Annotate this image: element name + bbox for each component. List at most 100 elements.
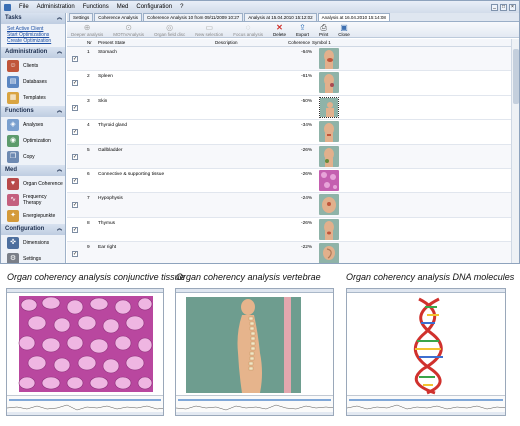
thyroid-thumbnail — [319, 121, 339, 143]
dimensions-icon: ✜ — [7, 237, 19, 249]
tab-coherence-analysis-10[interactable]: Coherence Analysis 10 from 09/11/2009 10… — [143, 13, 244, 21]
organ-field-button[interactable]: ◎ Organ field disc — [154, 23, 185, 37]
table-row[interactable]: ✓ 8 Thymus -26% — [67, 218, 511, 243]
table-row[interactable]: ✓ 6 Connective & supporting tissue -26% — [67, 169, 511, 194]
tab-coherence-analysis[interactable]: Coherence Analysis — [94, 13, 143, 21]
minimize-button[interactable]: _ — [491, 3, 498, 11]
menu-configuration[interactable]: Configuration — [132, 4, 176, 10]
row-checkbox[interactable]: ✓ — [72, 80, 78, 87]
menu-administration[interactable]: Administration — [33, 4, 79, 10]
print-button[interactable]: ⎙ Print — [319, 23, 328, 37]
screenshot-conjunctive-tissue — [6, 288, 164, 416]
scrollbar-thumb[interactable] — [513, 49, 519, 104]
row-checkbox[interactable]: ✓ — [72, 56, 78, 62]
col-symbol[interactable]: Symbol 1 — [312, 40, 331, 45]
col-description[interactable]: Description — [215, 40, 238, 45]
row-checkbox[interactable]: ✓ — [72, 129, 78, 136]
menu-file[interactable]: File — [15, 4, 33, 10]
collapse-icon: ︽ — [56, 49, 62, 55]
sidebar-item-settings[interactable]: ⚙ Settings — [1, 251, 65, 263]
optimization-icon: ◉ — [7, 135, 19, 147]
close-button[interactable]: ▣ Close — [338, 23, 350, 37]
row-checkbox[interactable]: ✓ — [72, 153, 78, 160]
export-icon: ⇪ — [299, 22, 306, 32]
tab-settings[interactable]: Settings — [69, 13, 94, 21]
functions-header[interactable]: Functions ︽ — [1, 106, 65, 117]
deeper-analysis-button[interactable]: ⊕ Deeper analysis — [71, 23, 103, 37]
analysis-table: ✓ 1 Stomach -64% ✓ 2 Spleen -61% ✓ 3 Ski… — [67, 47, 511, 263]
clients-icon: ☺ — [7, 60, 19, 72]
organ-field-icon: ◎ — [166, 22, 174, 32]
maximize-button[interactable]: □ — [500, 3, 507, 11]
tab-analysis-16-04[interactable]: Analysis at 16.04.2010 15:14:08 — [317, 13, 390, 21]
configuration-header[interactable]: Configuration ︽ — [1, 224, 65, 235]
analyses-icon: ◈ — [7, 119, 19, 131]
table-row[interactable]: ✓ 1 Stomach -64% — [67, 47, 511, 72]
focus-analysis-button[interactable]: ◌ Focus analysis — [233, 23, 263, 37]
delete-button[interactable]: ✕ Delete — [273, 23, 286, 37]
sidebar-item-templates[interactable]: ▦ Templates — [1, 90, 65, 106]
motiv-analysis-button[interactable]: ⊙ MOTIVAnalysis — [113, 23, 144, 37]
tab-analysis-15-04[interactable]: Analysis at 15.04.2010 15:12:02 — [244, 13, 317, 21]
collapse-icon: ︽ — [56, 167, 62, 173]
thymus-thumbnail — [319, 218, 339, 240]
sidebar: Tasks ︽ Set Active Client Start Optimizat… — [1, 13, 66, 263]
row-checkbox[interactable]: ✓ — [72, 104, 78, 111]
print-icon: ⎙ — [320, 22, 327, 32]
col-present-state[interactable]: Present State — [98, 40, 125, 45]
sidebar-item-analyses[interactable]: ◈ Analyses — [1, 117, 65, 133]
stomach-thumbnail — [319, 48, 339, 69]
deeper-analysis-icon: ⊕ — [83, 22, 91, 32]
sidebar-item-databases[interactable]: ▤ Databases — [1, 74, 65, 90]
close-window-button[interactable]: × — [509, 3, 516, 11]
caption-vertebrae: Organ coherency analysis vertebrae — [176, 272, 321, 282]
menu-help[interactable]: ? — [176, 4, 187, 10]
connective-tissue-thumbnail — [319, 169, 339, 191]
skin-thumbnail — [319, 96, 339, 118]
col-nr[interactable]: Nr — [87, 40, 92, 45]
menu-med[interactable]: Med — [113, 4, 133, 10]
table-row[interactable]: ✓ 4 Thyroid gland -34% — [67, 120, 511, 145]
table-row[interactable]: ✓ 2 Spleen -61% — [67, 71, 511, 96]
table-row[interactable]: ✓ 9 Ear right -22% — [67, 242, 511, 263]
table-row[interactable]: ✓ 5 Gallbladder -26% — [67, 144, 511, 169]
main-content: Settings Coherence Analysis Coherence An… — [67, 13, 519, 263]
sidebar-item-energiepunkte[interactable]: ✦ Energiepunkte — [1, 208, 65, 224]
administration-header[interactable]: Administration ︽ — [1, 47, 65, 58]
col-coherence[interactable]: Coherence — [288, 40, 310, 45]
tasks-header[interactable]: Tasks ︽ — [1, 13, 65, 24]
sidebar-item-frequency-therapy[interactable]: ∿ Frequency Therapy — [1, 192, 65, 208]
create-optimization-link[interactable]: Create Optimization — [1, 38, 65, 44]
caption-conjunctive-tissue: Organ coherency analysis conjunctive tis… — [7, 272, 185, 282]
signal-strip — [347, 395, 505, 415]
copy-icon: ❐ — [7, 151, 19, 163]
menu-functions[interactable]: Functions — [79, 4, 113, 10]
table-row[interactable]: ✓ 7 Hypophysis -24% — [67, 193, 511, 218]
hypophysis-thumbnail — [319, 194, 339, 216]
grid-header: Nr Present State Description Coherence S… — [67, 39, 519, 47]
new-selection-button[interactable]: ▭ New selection — [195, 23, 223, 37]
export-button[interactable]: ⇪ Export — [296, 23, 309, 37]
table-row[interactable]: ✓ 3 Skin -50% — [67, 95, 511, 121]
vertical-scrollbar[interactable] — [511, 39, 519, 263]
tab-bar: Settings Coherence Analysis Coherence An… — [67, 13, 519, 22]
sidebar-item-clients[interactable]: ☺ Clients — [1, 58, 65, 74]
caption-dna: Organ coherency analysis DNA molecules — [346, 272, 515, 282]
tissue-image — [18, 296, 153, 392]
sidebar-item-copy[interactable]: ❐ Copy — [1, 149, 65, 165]
row-checkbox[interactable]: ✓ — [72, 251, 78, 258]
row-checkbox[interactable]: ✓ — [72, 177, 78, 184]
vertebrae-image — [186, 297, 301, 393]
row-checkbox[interactable]: ✓ — [72, 202, 78, 209]
sidebar-item-dimensions[interactable]: ✜ Dimensions — [1, 235, 65, 251]
collapse-icon: ︽ — [56, 226, 62, 232]
med-header[interactable]: Med ︽ — [1, 165, 65, 176]
screenshot-vertebrae — [175, 288, 334, 416]
dna-image — [414, 297, 443, 395]
row-checkbox[interactable]: ✓ — [72, 226, 78, 233]
sidebar-item-organ-coherence[interactable]: ♥ Organ Coherence — [1, 176, 65, 192]
focus-analysis-icon: ◌ — [245, 22, 251, 32]
sidebar-item-optimization[interactable]: ◉ Optimization — [1, 133, 65, 149]
signal-strip — [176, 395, 333, 415]
close-icon: ▣ — [340, 22, 348, 32]
